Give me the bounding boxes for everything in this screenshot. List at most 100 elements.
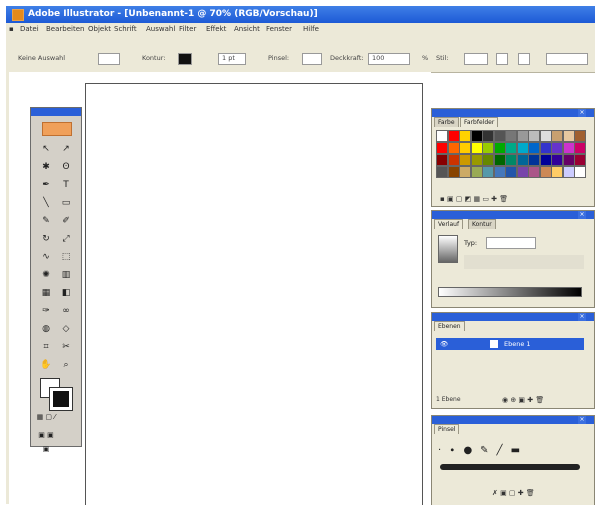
tab-color[interactable]: Farbe xyxy=(434,117,459,127)
tab-layers[interactable]: Ebenen xyxy=(434,321,465,331)
brush-dropdown[interactable] xyxy=(302,53,322,65)
zoom-tool-icon[interactable]: ⌕ xyxy=(56,358,76,372)
tab-stroke[interactable]: Kontur xyxy=(468,219,496,229)
swatch[interactable] xyxy=(470,154,483,166)
swatch[interactable] xyxy=(459,166,471,178)
slice-tool-icon[interactable]: ⌗ xyxy=(36,340,56,354)
menu-app-icon[interactable]: ▪ xyxy=(9,23,14,36)
menu-select[interactable]: Auswahl xyxy=(146,23,175,36)
fill-dropdown[interactable] xyxy=(98,53,120,65)
eyedropper-tool-icon[interactable]: ✑ xyxy=(36,304,56,318)
swatch[interactable] xyxy=(516,130,529,142)
swatch[interactable] xyxy=(562,142,575,154)
swatch[interactable] xyxy=(505,142,517,154)
swatch[interactable] xyxy=(539,142,552,154)
panel-header[interactable] xyxy=(432,211,594,219)
live-paint-tool-icon[interactable]: ◍ xyxy=(36,322,56,336)
blend-tool-icon[interactable]: ∞ xyxy=(56,304,76,318)
menu-effect[interactable]: Effekt xyxy=(206,23,226,36)
selection-tool-icon[interactable]: ↖ xyxy=(36,142,56,156)
swatch[interactable] xyxy=(493,142,506,154)
swatch[interactable] xyxy=(482,142,494,154)
swatch[interactable] xyxy=(528,166,540,178)
swatch[interactable] xyxy=(551,130,563,142)
graphic-style-swatch[interactable] xyxy=(496,53,508,65)
swatch[interactable] xyxy=(574,130,586,142)
swatch[interactable] xyxy=(574,166,586,178)
tab-brushes[interactable]: Pinsel xyxy=(434,424,460,434)
layer-row[interactable]: 👁 Ebene 1 xyxy=(436,338,584,350)
magic-wand-tool-icon[interactable]: ✱ xyxy=(36,160,56,174)
swatch[interactable] xyxy=(528,154,540,166)
menu-help[interactable]: Hilfe xyxy=(303,23,319,36)
live-paint-selection-tool-icon[interactable]: ◇ xyxy=(56,322,76,336)
swatch[interactable] xyxy=(539,166,552,178)
scissors-tool-icon[interactable]: ✂ xyxy=(56,340,76,354)
swatch[interactable] xyxy=(562,166,575,178)
toolbox-logo[interactable] xyxy=(42,122,72,136)
menu-object[interactable]: Objekt xyxy=(88,23,111,36)
swatch[interactable] xyxy=(493,166,506,178)
document-setup-button[interactable] xyxy=(518,53,530,65)
pencil-tool-icon[interactable]: ✐ xyxy=(56,214,76,228)
tab-gradient[interactable]: Verlauf xyxy=(434,219,464,229)
swatch[interactable] xyxy=(447,130,460,142)
panel-header[interactable] xyxy=(432,109,594,117)
swatch[interactable] xyxy=(436,130,448,142)
menu-window[interactable]: Fenster xyxy=(266,23,292,36)
swatch[interactable] xyxy=(470,142,483,154)
layers-actions[interactable]: ◉ ⊕ ▣ ✚ 🗑 xyxy=(502,395,544,405)
rotate-tool-icon[interactable]: ↻ xyxy=(36,232,56,246)
color-mode-icons[interactable]: ▦ ▢ ⁄ xyxy=(36,410,56,424)
menu-file[interactable]: Datei xyxy=(20,23,39,36)
brush-stroke-preview[interactable] xyxy=(440,464,580,470)
extra-field[interactable] xyxy=(546,53,588,65)
symbol-sprayer-tool-icon[interactable]: ✺ xyxy=(36,268,56,282)
close-icon[interactable]: × xyxy=(578,313,586,321)
stroke-swatch-toolbox[interactable] xyxy=(49,387,73,411)
menu-view[interactable]: Ansicht xyxy=(234,23,260,36)
swatch[interactable] xyxy=(482,130,494,142)
swatch[interactable] xyxy=(516,142,529,154)
swatch[interactable] xyxy=(528,130,540,142)
paintbrush-tool-icon[interactable]: ✎ xyxy=(36,214,56,228)
menu-filter[interactable]: Filter xyxy=(179,23,196,36)
gradient-type-dropdown[interactable] xyxy=(486,237,536,249)
swatch[interactable] xyxy=(551,166,563,178)
graph-tool-icon[interactable]: ▥ xyxy=(56,268,76,282)
brush-actions[interactable]: ✗ ▣ ▢ ✚ 🗑 xyxy=(492,488,535,498)
swatch[interactable] xyxy=(493,154,506,166)
menu-type[interactable]: Schrift xyxy=(114,23,137,36)
stroke-swatch[interactable] xyxy=(178,53,192,65)
menu-edit[interactable]: Bearbeiten xyxy=(46,23,84,36)
mesh-tool-icon[interactable]: ▦ xyxy=(36,286,56,300)
close-icon[interactable]: × xyxy=(578,416,586,424)
swatch[interactable] xyxy=(516,166,529,178)
swatch[interactable] xyxy=(539,130,552,142)
swatch[interactable] xyxy=(574,154,586,166)
brush-presets[interactable]: ·∙●✎╱▬ xyxy=(438,444,588,458)
free-transform-tool-icon[interactable]: ⬚ xyxy=(56,250,76,264)
line-tool-icon[interactable]: ╲ xyxy=(36,196,56,210)
gradient-tool-icon[interactable]: ◧ xyxy=(56,286,76,300)
toolbox-header[interactable] xyxy=(31,108,81,116)
swatch[interactable] xyxy=(505,130,517,142)
scale-tool-icon[interactable]: ⤢ xyxy=(56,232,76,246)
close-icon[interactable]: × xyxy=(578,109,586,117)
panel-header[interactable] xyxy=(432,416,594,424)
swatch[interactable] xyxy=(459,130,471,142)
swatch[interactable] xyxy=(493,130,506,142)
swatch[interactable] xyxy=(459,154,471,166)
swatch[interactable] xyxy=(447,166,460,178)
swatch[interactable] xyxy=(574,142,586,154)
swatch[interactable] xyxy=(539,154,552,166)
swatch[interactable] xyxy=(447,142,460,154)
swatch[interactable] xyxy=(482,154,494,166)
swatch[interactable] xyxy=(436,166,448,178)
swatch[interactable] xyxy=(516,154,529,166)
style-dropdown[interactable] xyxy=(464,53,488,65)
close-icon[interactable]: × xyxy=(578,211,586,219)
tab-swatches[interactable]: Farbfelder xyxy=(460,117,499,127)
pen-tool-icon[interactable]: ✒ xyxy=(36,178,56,192)
swatch[interactable] xyxy=(436,154,448,166)
